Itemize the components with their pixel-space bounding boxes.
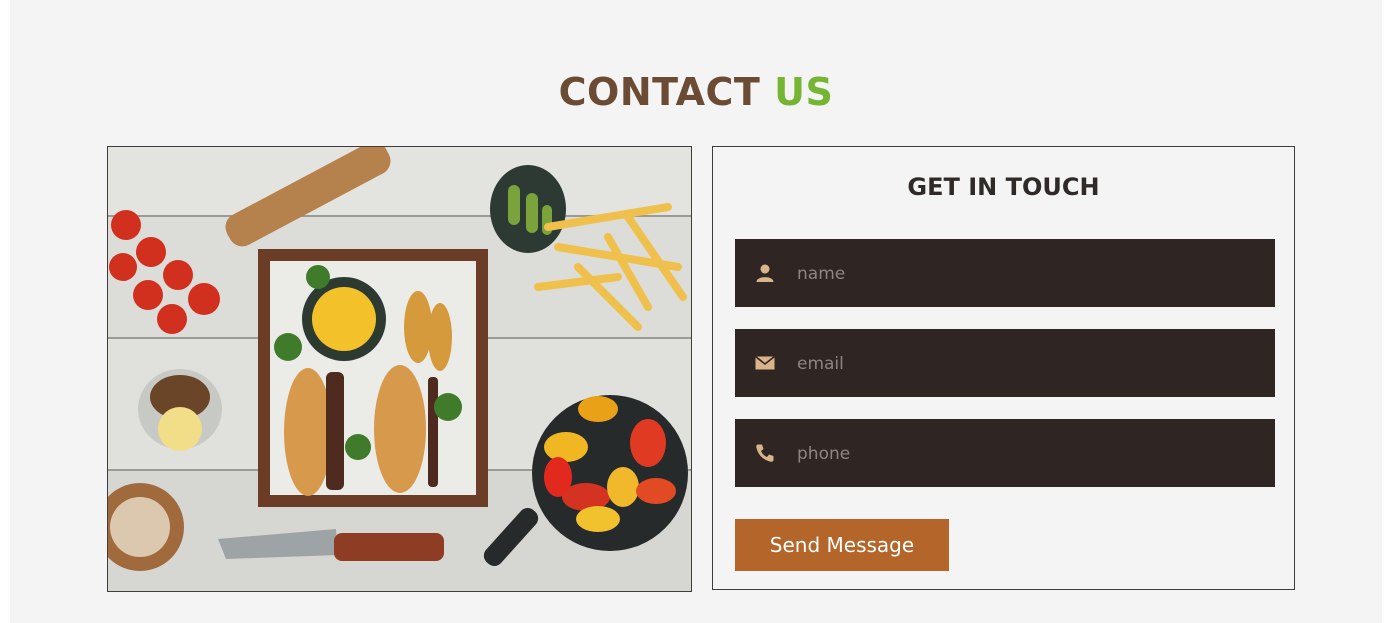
- title-contact: CONTACT: [558, 70, 761, 114]
- name-field: [735, 239, 1275, 309]
- contact-section: CONTACT US GET IN TOUCH name email phone…: [10, 0, 1382, 623]
- user-icon: [756, 264, 774, 282]
- name-input[interactable]: [795, 239, 1259, 309]
- email-input[interactable]: [795, 329, 1259, 399]
- phone-input[interactable]: [795, 419, 1259, 489]
- envelope-icon: [755, 355, 775, 370]
- send-message-button[interactable]: Send Message: [735, 519, 949, 571]
- food-image: [107, 146, 692, 592]
- title-us: US: [774, 70, 834, 114]
- contact-form: GET IN TOUCH Send Message: [712, 146, 1295, 590]
- phone-field: [735, 419, 1275, 489]
- section-title: CONTACT US: [10, 70, 1382, 114]
- form-heading: GET IN TOUCH: [907, 173, 1100, 201]
- phone-icon: [756, 444, 774, 462]
- email-field: [735, 329, 1275, 399]
